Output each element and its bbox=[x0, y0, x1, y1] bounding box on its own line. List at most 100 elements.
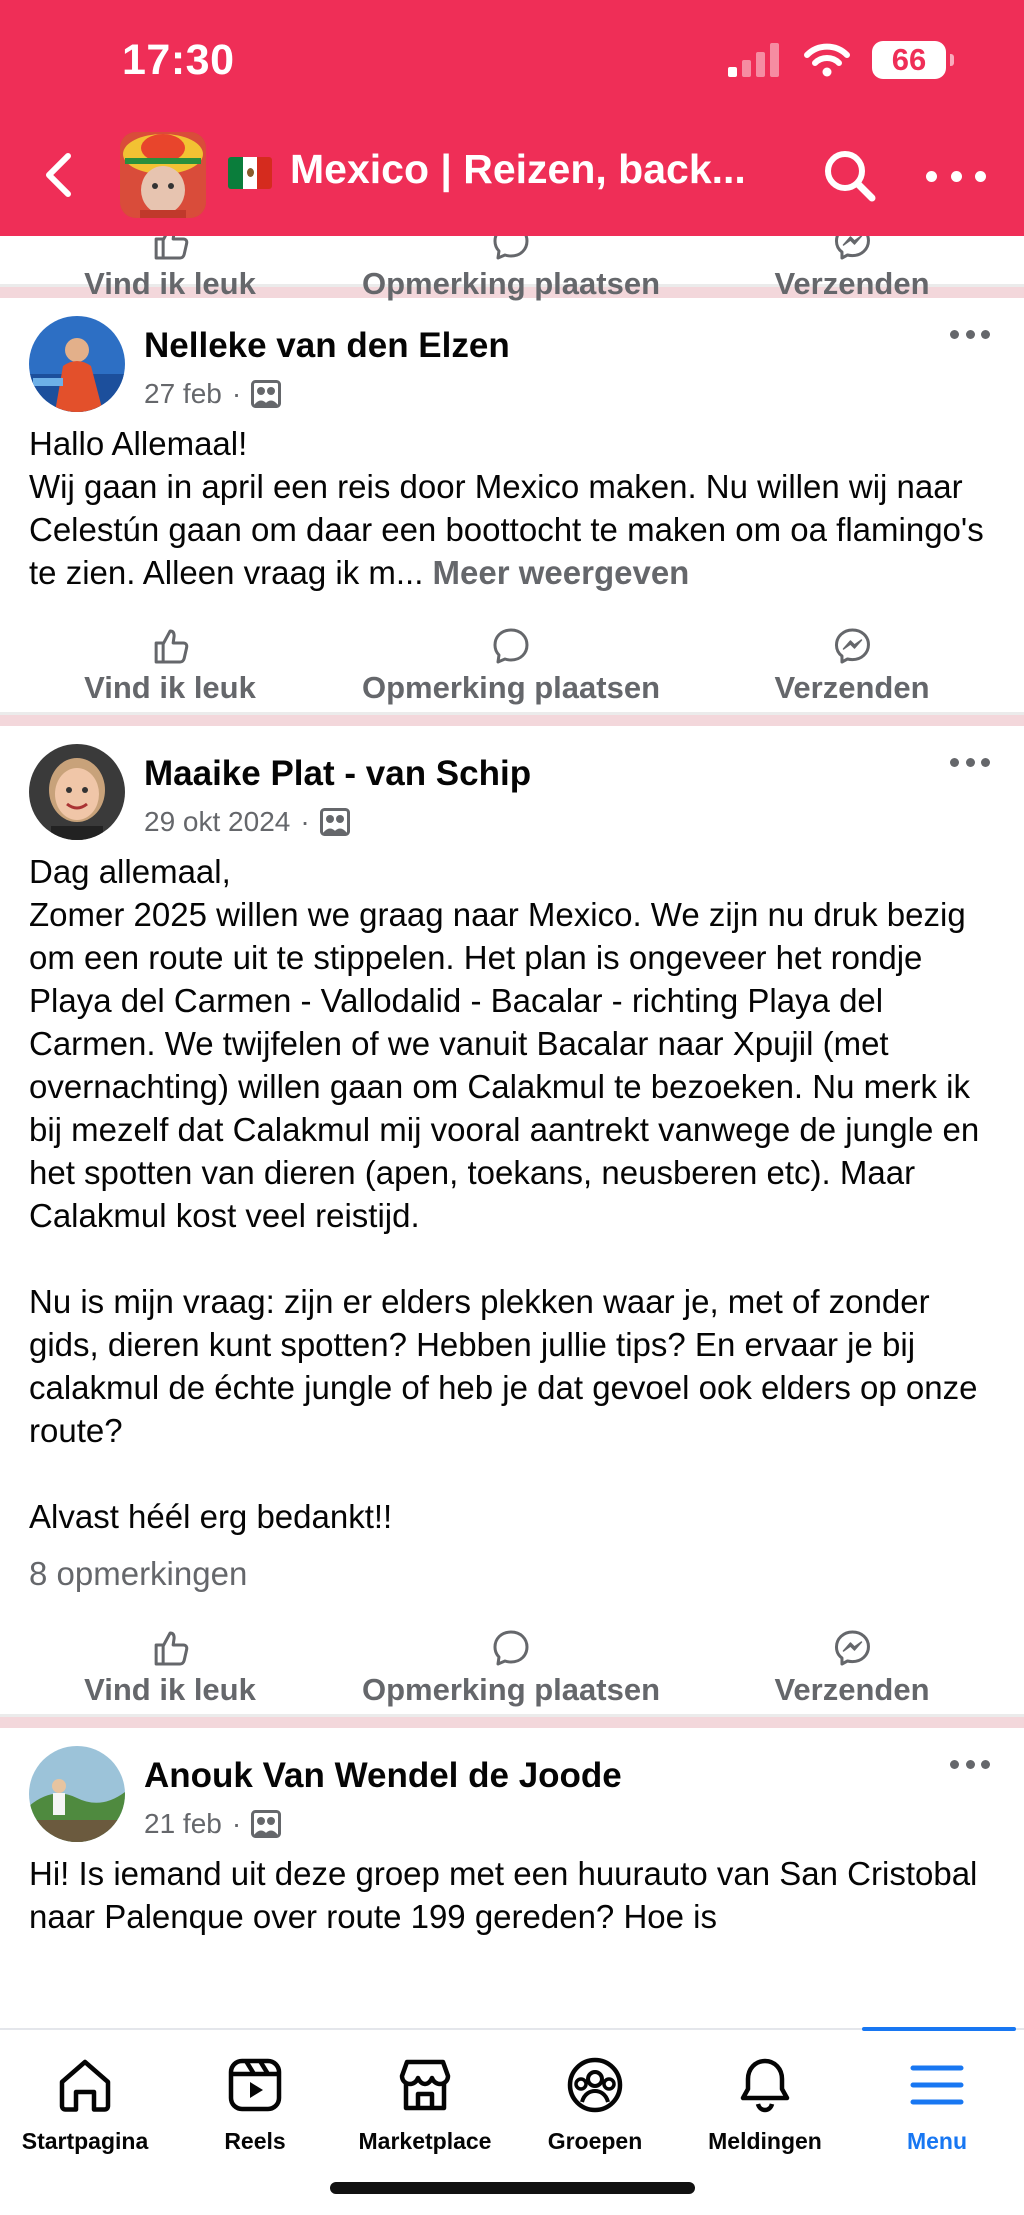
group-audience-icon bbox=[251, 380, 282, 408]
feed-post: Anouk Van Wendel de Joode 21 feb · Hi! I… bbox=[0, 1728, 1024, 1938]
post-date[interactable]: 27 feb bbox=[144, 378, 222, 410]
tab-label: Marketplace bbox=[358, 2128, 492, 2154]
more-options-button[interactable] bbox=[926, 156, 986, 196]
send-label: Verzenden bbox=[774, 266, 930, 301]
send-label: Verzenden bbox=[774, 670, 930, 705]
search-button[interactable] bbox=[822, 148, 878, 204]
reels-icon bbox=[228, 2058, 282, 2112]
send-button[interactable]: Verzenden bbox=[774, 616, 930, 712]
avatar[interactable] bbox=[29, 1746, 125, 1842]
send-label: Verzenden bbox=[774, 1672, 930, 1707]
comment-button[interactable]: Opmerking plaatsen bbox=[362, 616, 660, 712]
group-feed[interactable]: Vind ik leuk Opmerking plaatsen Verzende… bbox=[0, 236, 1024, 2028]
comment-bubble-icon bbox=[493, 628, 529, 664]
tab-label: Reels bbox=[224, 2128, 286, 2154]
tab-meldingen[interactable]: Meldingen bbox=[680, 2054, 850, 2155]
more-dots-icon bbox=[950, 330, 959, 339]
post-meta: 21 feb · bbox=[144, 1808, 282, 1840]
cellular-signal-icon bbox=[728, 43, 779, 77]
mexico-flag-icon bbox=[228, 157, 272, 189]
post-more-button[interactable] bbox=[950, 1760, 990, 1772]
marketplace-icon bbox=[399, 2059, 451, 2111]
app-header: 17:30 66 Mexico | Reizen, back... bbox=[0, 0, 1024, 236]
like-label: Vind ik leuk bbox=[84, 266, 256, 301]
comment-count[interactable]: 8 opmerkingen bbox=[0, 1538, 1024, 1596]
avatar-image bbox=[29, 316, 125, 412]
status-time: 17:30 bbox=[122, 36, 235, 84]
post-text[interactable]: Hi! Is iemand uit deze groep met een huu… bbox=[0, 1844, 1024, 1938]
feed-post: Nelleke van den Elzen 27 feb · Hallo All… bbox=[0, 298, 1024, 712]
post-author[interactable]: Nelleke van den Elzen bbox=[144, 326, 510, 366]
post-more-button[interactable] bbox=[950, 330, 990, 342]
back-button[interactable] bbox=[36, 150, 80, 200]
group-title[interactable]: Mexico | Reizen, back... bbox=[290, 146, 760, 193]
meta-dot: · bbox=[300, 806, 310, 837]
post-action-bar: Vind ik leuk Opmerking plaatsen Verzende… bbox=[0, 616, 1024, 712]
thumbs-up-icon bbox=[154, 1631, 189, 1666]
post-action-bar: Vind ik leuk Opmerking plaatsen Verzende… bbox=[0, 1618, 1024, 1714]
meta-dot: · bbox=[231, 1808, 242, 1839]
thumbs-up-icon bbox=[154, 629, 189, 664]
post-text[interactable]: Hallo Allemaal! Wij gaan in april een re… bbox=[0, 414, 1024, 594]
group-audience-icon bbox=[251, 1810, 282, 1838]
tab-label: Startpagina bbox=[21, 2128, 149, 2154]
messenger-icon bbox=[834, 236, 870, 260]
post-separator bbox=[0, 712, 1024, 726]
like-label: Vind ik leuk bbox=[84, 1672, 256, 1707]
bell-icon bbox=[740, 2058, 790, 2113]
tab-startpagina[interactable]: Startpagina bbox=[0, 2054, 170, 2155]
post-author[interactable]: Maaike Plat - van Schip bbox=[144, 754, 531, 794]
tab-marketplace[interactable]: Marketplace bbox=[340, 2054, 510, 2155]
home-icon bbox=[59, 2059, 111, 2112]
like-button[interactable]: Vind ik leuk bbox=[84, 1618, 256, 1714]
tab-label: Menu bbox=[906, 2128, 968, 2154]
menu-icon bbox=[910, 2065, 964, 2105]
tab-menu[interactable]: Menu bbox=[852, 2054, 1022, 2155]
see-more-link[interactable]: Meer weergeven bbox=[423, 554, 690, 591]
battery-indicator: 66 bbox=[872, 41, 954, 79]
tab-label: Meldingen bbox=[708, 2128, 822, 2154]
post-meta: 27 feb · bbox=[144, 378, 282, 410]
post-author[interactable]: Anouk Van Wendel de Joode bbox=[144, 1756, 622, 1796]
avatar[interactable] bbox=[29, 744, 125, 840]
avatar-image bbox=[29, 744, 125, 840]
group-avatar-image bbox=[120, 132, 206, 218]
active-tab-indicator bbox=[862, 2027, 1016, 2031]
comment-label: Opmerking plaatsen bbox=[361, 266, 661, 301]
post-date[interactable]: 21 feb bbox=[144, 1808, 222, 1840]
groups-icon bbox=[567, 2057, 623, 2113]
messenger-icon bbox=[834, 628, 870, 664]
post-separator bbox=[0, 1714, 1024, 1728]
post-text[interactable]: Dag allemaal, Zomer 2025 willen we graag… bbox=[0, 842, 1024, 1538]
chevron-left-icon bbox=[46, 153, 71, 197]
status-icons: 66 bbox=[728, 40, 954, 80]
comment-label: Opmerking plaatsen bbox=[361, 670, 661, 705]
tab-groepen[interactable]: Groepen bbox=[510, 2054, 680, 2155]
post-more-button[interactable] bbox=[950, 758, 990, 770]
avatar-image bbox=[29, 1746, 125, 1842]
comment-button[interactable]: Opmerking plaatsen bbox=[362, 1618, 660, 1714]
like-label: Vind ik leuk bbox=[84, 670, 256, 705]
more-dots-icon bbox=[926, 170, 937, 182]
post-meta: 29 okt 2024 · bbox=[144, 806, 350, 838]
feed-post: Maaike Plat - van Schip 29 okt 2024 · Da… bbox=[0, 726, 1024, 1714]
messenger-icon bbox=[834, 1630, 870, 1666]
send-button[interactable]: Verzenden bbox=[774, 1618, 930, 1714]
comment-bubble-icon bbox=[493, 1630, 529, 1666]
more-dots-icon bbox=[950, 1760, 959, 1769]
group-avatar[interactable] bbox=[120, 132, 206, 218]
wifi-icon bbox=[804, 43, 850, 77]
comment-bubble-icon bbox=[493, 236, 529, 260]
group-audience-icon bbox=[319, 808, 350, 836]
comment-label: Opmerking plaatsen bbox=[361, 1672, 661, 1707]
meta-dot: · bbox=[231, 378, 242, 409]
post-date[interactable]: 29 okt 2024 bbox=[144, 806, 290, 838]
tab-label: Groepen bbox=[547, 2128, 643, 2154]
like-button[interactable]: Vind ik leuk bbox=[84, 616, 256, 712]
tab-reels[interactable]: Reels bbox=[170, 2054, 340, 2155]
avatar[interactable] bbox=[29, 316, 125, 412]
more-dots-icon bbox=[950, 758, 959, 767]
home-indicator[interactable] bbox=[330, 2182, 695, 2194]
post-action-bar: Vind ik leuk Opmerking plaatsen Verzende… bbox=[0, 236, 1024, 301]
thumbs-up-icon bbox=[154, 236, 189, 260]
